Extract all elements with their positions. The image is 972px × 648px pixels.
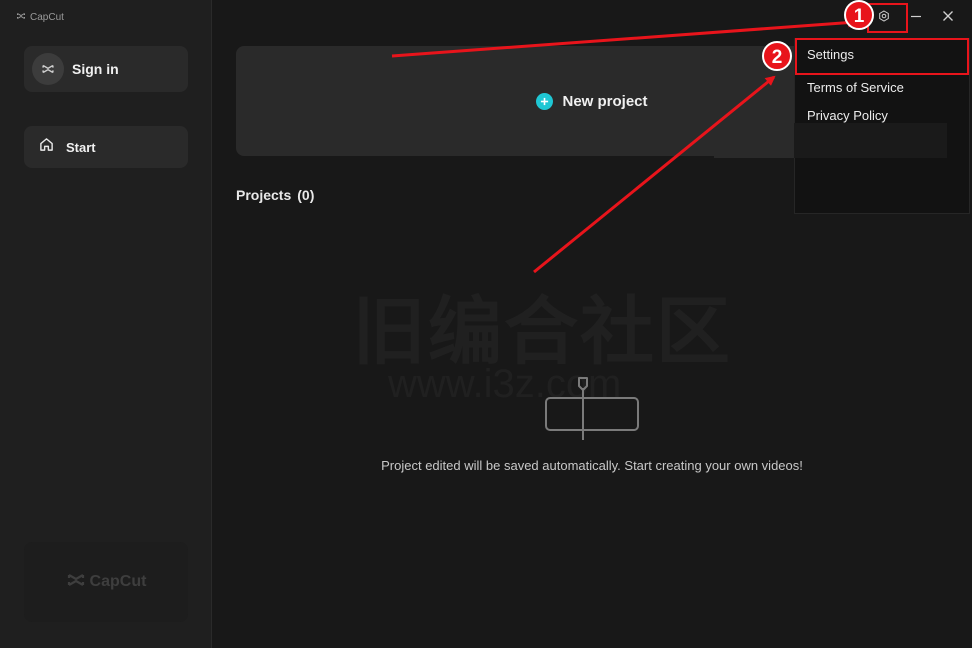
menu-item-settings[interactable]: Settings [807, 47, 854, 62]
capcut-logo-icon [66, 570, 86, 595]
menu-item-terms-of-service[interactable]: Terms of Service [807, 80, 904, 95]
sidebar-item-label: Start [66, 139, 96, 155]
sign-in-label: Sign in [72, 61, 119, 77]
close-button[interactable] [932, 6, 964, 30]
sign-in-button[interactable]: Sign in [24, 46, 188, 92]
gear-icon [878, 9, 890, 27]
projects-label: Projects [236, 187, 292, 203]
projects-count: (0) [297, 187, 315, 203]
app-title: CapCut [16, 11, 64, 24]
app-title-label: CapCut [30, 12, 64, 23]
close-icon [942, 9, 954, 27]
badge-1-label: 1 [854, 6, 865, 27]
new-project-label: New project [562, 92, 648, 110]
plus-icon [536, 92, 554, 110]
sidebar: CapCut Sign in Start CapCut [0, 0, 212, 648]
minimize-button[interactable] [900, 6, 932, 30]
menu-item-privacy-policy[interactable]: Privacy Policy [807, 108, 888, 123]
sidebar-item-start[interactable]: Start [24, 126, 188, 168]
empty-state-message: Project edited will be saved automatical… [381, 458, 803, 473]
avatar [32, 53, 64, 85]
capcut-logo-icon [16, 11, 26, 24]
settings-button[interactable] [868, 6, 900, 30]
home-icon [39, 137, 54, 157]
capcut-window: CapCut Sign in Start CapCut New project … [0, 0, 972, 648]
sidebar-brand-logo: CapCut [24, 542, 188, 622]
capcut-avatar-icon [42, 64, 54, 74]
empty-projects-illustration-icon [545, 377, 639, 440]
sidebar-brand-text: CapCut [89, 573, 147, 590]
projects-heading: Projects (0) [236, 187, 314, 203]
window-controls [868, 6, 964, 30]
menu-underlay-dark [794, 123, 947, 158]
minimize-icon [910, 9, 922, 27]
